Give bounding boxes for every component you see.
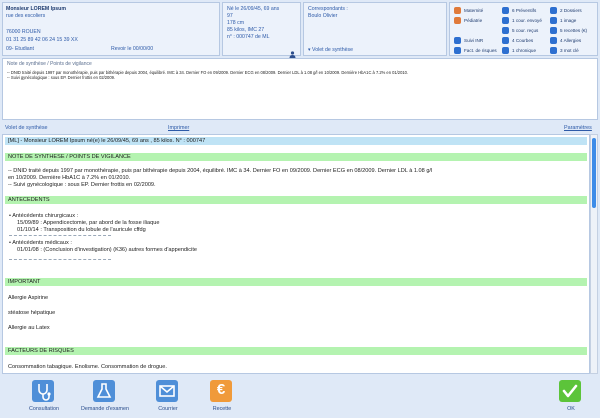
person-icon[interactable] <box>289 45 296 58</box>
antecedent-item: 01/01/08 : (Conclusion d'investigation) … <box>17 247 197 253</box>
note-text-line: en 10/2009. Dernière HbA1C à 7.2% en 01/… <box>8 175 131 181</box>
preventive-icon <box>502 6 509 14</box>
bottom-toolbar: Consultation Demande d'examen Courrier €… <box>0 378 600 418</box>
note-text-line: -- Suivi gynécologique : sous EP. Dernie… <box>8 182 156 188</box>
risk-factors-icon <box>454 46 461 54</box>
mail-button[interactable]: Courrier <box>145 380 191 416</box>
quicklink-maternite[interactable]: Maternité <box>454 6 483 14</box>
section-title-important: IMPORTANT <box>8 279 41 285</box>
antecedent-item: 01/10/14 : Transposition du lobule de l'… <box>17 227 146 233</box>
recette-label: Recette <box>212 406 232 412</box>
volet-synthese-link[interactable]: Volet de synthèse <box>5 125 48 131</box>
ok-label: OK <box>567 406 575 412</box>
quicklink-recettes[interactable]: 5 recettes (€) <box>550 26 587 34</box>
patient-details-panel: Né le 26/09/45, 69 ans 97 178 cm 85 kilo… <box>222 2 301 58</box>
euro-icon: € <box>210 380 232 402</box>
antecedent-item: 15/09/89 : Appendicectomie, par abord de… <box>17 220 160 226</box>
quicklink-dossiers[interactable]: 2 Dossiers <box>550 6 582 14</box>
note-title: Note de synthèse / Points de vigilance <box>7 61 92 67</box>
quicklink-image[interactable]: 1 image <box>550 16 576 24</box>
patient-name[interactable]: Monsieur LOREM Ipsum <box>6 6 66 12</box>
important-item: stéatose hépatique <box>8 310 56 316</box>
quicklink-mot-cle[interactable]: 3 mot clé <box>550 46 579 54</box>
stethoscope-icon <box>32 380 54 402</box>
exam-request-button[interactable]: Demande d'examen <box>81 380 129 416</box>
consultation-button[interactable]: Consultation <box>21 380 67 416</box>
scrollbar-thumb[interactable] <box>592 138 596 208</box>
quicklink-chronique[interactable]: 1 chronique <box>502 46 536 54</box>
correspondants-panel: Correspondants : Boulo Olivier ▾ Volet d… <box>303 2 447 56</box>
quicklink-cour-envoye[interactable]: 1 cour. envoyé <box>502 16 542 24</box>
patient-birth: Né le 26/09/45, 69 ans <box>227 6 280 12</box>
checkmark-icon <box>559 380 581 402</box>
synthese-toggle[interactable]: ▾ Volet de synthèse <box>308 47 353 53</box>
document-header: [ML] - Monsieur LOREM Ipsum né(e) le 26/… <box>8 138 206 144</box>
quicklink-cour-recus[interactable]: 5 cour. reçus <box>502 26 538 34</box>
flask-icon <box>93 380 115 402</box>
quicklink-facteurs[interactable]: Fact. de risques <box>454 46 497 54</box>
divider <box>9 259 111 260</box>
important-item: Allergie Aspirine <box>8 295 49 301</box>
antecedents-med-title: • Antécédents médicaux : <box>9 240 72 246</box>
maternity-icon <box>454 6 461 14</box>
revoir-date[interactable]: Revoir le 00/00/00 <box>111 46 153 52</box>
keyword-icon <box>550 46 557 54</box>
receipt-icon <box>550 26 557 34</box>
parameters-link[interactable]: Paramètres <box>564 125 592 131</box>
image-icon <box>550 16 557 24</box>
important-item: Allergie au Latex <box>8 325 50 331</box>
patient-weight: 85 kilos, IMC 27 <box>227 27 265 33</box>
correspondant-name[interactable]: Boulo Olivier <box>308 13 337 19</box>
curves-icon <box>502 36 509 44</box>
quick-links-panel: Maternité Pédiatrie Suivi INR Fact. de r… <box>449 2 598 56</box>
pediatrics-icon <box>454 16 461 24</box>
quicklink-allergies[interactable]: 4 Allergies <box>550 36 581 44</box>
ok-button[interactable]: OK <box>548 380 594 416</box>
synthesis-document: [ML] - Monsieur LOREM Ipsum né(e) le 26/… <box>2 134 590 374</box>
inr-icon <box>454 36 461 44</box>
antecedents-chir-title: • Antécédents chirurgicaux : <box>9 213 79 219</box>
patient-phones: 01 31 25 89 42 06 24 15 39 XX <box>6 37 78 43</box>
recette-button[interactable]: € Recette <box>199 380 245 416</box>
note-line-2: -- Suivi gynécologique : sous EP. Dernie… <box>7 75 116 80</box>
patient-street: rue des escoliers <box>6 13 46 19</box>
section-bar <box>5 347 587 355</box>
patient-identity-panel: Monsieur LOREM Ipsum rue des escoliers 7… <box>2 2 220 56</box>
chronic-icon <box>502 46 509 54</box>
patient-height: 178 cm <box>227 20 245 26</box>
print-link[interactable]: Imprimer <box>168 125 189 131</box>
section-bar <box>5 278 587 286</box>
consultation-label: Consultation <box>29 406 59 412</box>
folder-icon <box>550 6 557 14</box>
correspondants-title: Correspondants : <box>308 6 348 12</box>
exam-request-label: Demande d'examen <box>80 406 130 412</box>
patient-header: Monsieur LOREM Ipsum rue des escoliers 7… <box>2 2 598 58</box>
risques-text: Consommation tabagique. Enolisme. Consom… <box>8 364 167 370</box>
section-title-risques: FACTEURS DE RISQUES <box>8 348 74 354</box>
quicklink-pediatrie[interactable]: Pédiatrie <box>454 16 482 24</box>
document-link-row: Volet de synthèse Imprimer Paramètres <box>2 124 598 134</box>
quicklink-courbes[interactable]: 4 Courbes <box>502 36 533 44</box>
section-title-antecedents: ANTECEDENTS <box>8 197 50 203</box>
patient-status: 09- Etudiant <box>6 46 34 52</box>
divider <box>9 235 111 236</box>
synthesis-note-editor[interactable]: Note de synthèse / Points de vigilance -… <box>2 58 598 120</box>
sent-mail-icon <box>502 16 509 24</box>
quicklink-suivi-inr[interactable]: Suivi INR <box>454 36 483 44</box>
patient-number: n° : 000747 de ML <box>227 34 270 40</box>
received-mail-icon <box>502 26 509 34</box>
allergy-icon <box>550 36 557 44</box>
patient-line2: 97 <box>227 13 233 19</box>
envelope-icon <box>156 380 178 402</box>
note-text-line: -- DNID traité depuis 1997 par monothéra… <box>8 168 433 174</box>
section-bar <box>5 196 587 204</box>
document-scrollbar[interactable] <box>590 134 598 374</box>
quicklink-preventifs[interactable]: 6 Préventifs <box>502 6 536 14</box>
section-title-note: NOTE DE SYNTHESE / POINTS DE VIGILANCE <box>8 154 131 160</box>
euro-glyph: € <box>216 381 226 398</box>
patient-city: 76000 ROUEN <box>6 29 41 35</box>
